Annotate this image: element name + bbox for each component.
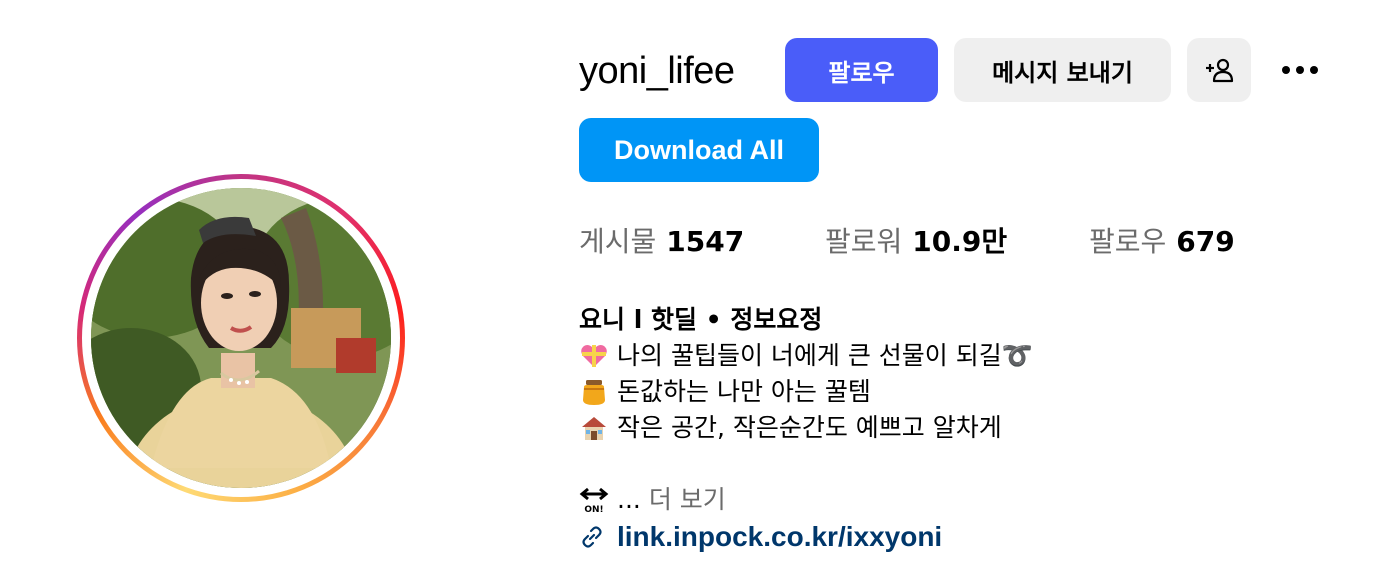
svg-text:ON!: ON! bbox=[584, 505, 603, 514]
stat-posts-label: 게시물 bbox=[579, 225, 657, 258]
story-ring[interactable] bbox=[77, 174, 405, 502]
avatar-photo bbox=[91, 188, 391, 488]
username: yoni_lifee bbox=[579, 50, 735, 92]
bio-line: 나의 꿀팁들이 너에게 큰 선물이 되길➰ bbox=[579, 338, 1033, 374]
on-arrow-icon: ON! bbox=[579, 485, 609, 515]
bio-more-link[interactable]: 더 보기 bbox=[649, 482, 726, 518]
avatar[interactable] bbox=[91, 188, 391, 488]
avatar-gap bbox=[82, 179, 400, 497]
more-dot-icon bbox=[1282, 66, 1290, 74]
more-dot-icon bbox=[1310, 66, 1318, 74]
bio-name: 요니 l 핫딜 • 정보요정 bbox=[579, 305, 823, 334]
bio-line: 돈값하는 나만 아는 꿀템 bbox=[579, 374, 1033, 410]
add-user-icon bbox=[1206, 58, 1234, 83]
stat-posts: 게시물 1547 bbox=[579, 222, 744, 262]
more-dot-icon bbox=[1296, 66, 1304, 74]
stat-followers[interactable]: 팔로워 10.9만 bbox=[825, 222, 1007, 262]
link-icon bbox=[582, 526, 602, 548]
bio-more-prefix: ... bbox=[617, 485, 641, 514]
more-options-button[interactable] bbox=[1272, 50, 1328, 90]
stat-posts-value: 1547 bbox=[666, 225, 745, 258]
bio: 요니 l 핫딜 • 정보요정 나의 꿀팁들이 너에게 큰 선물이 되길➰ 돈값하… bbox=[579, 302, 1033, 446]
house-icon bbox=[579, 413, 609, 443]
download-all-button[interactable]: Download All bbox=[579, 118, 819, 182]
bio-more: ON! ... 더 보기 bbox=[579, 482, 726, 518]
add-user-button[interactable] bbox=[1187, 38, 1251, 102]
heart-gift-icon bbox=[579, 341, 609, 371]
bio-line-text: 작은 공간, 작은순간도 예쁘고 알차게 bbox=[617, 413, 1002, 442]
follow-button[interactable]: 팔로우 bbox=[785, 38, 938, 102]
bio-link[interactable]: link.inpock.co.kr/ixxyoni bbox=[579, 518, 942, 556]
stat-followers-label: 팔로워 bbox=[825, 225, 903, 258]
bio-line-text: 나의 꿀팁들이 너에게 큰 선물이 되길➰ bbox=[617, 341, 1033, 370]
bio-line: 작은 공간, 작은순간도 예쁘고 알차게 bbox=[579, 410, 1033, 446]
stat-following[interactable]: 팔로우 679 bbox=[1089, 222, 1235, 262]
honey-pot-icon bbox=[579, 377, 609, 407]
bio-line-text: 돈값하는 나만 아는 꿀템 bbox=[617, 377, 871, 406]
message-button[interactable]: 메시지 보내기 bbox=[954, 38, 1171, 102]
stat-followers-value: 10.9만 bbox=[912, 225, 1008, 258]
stat-following-label: 팔로우 bbox=[1089, 225, 1167, 258]
bio-link-text[interactable]: link.inpock.co.kr/ixxyoni bbox=[617, 518, 942, 556]
stat-following-value: 679 bbox=[1176, 225, 1235, 258]
